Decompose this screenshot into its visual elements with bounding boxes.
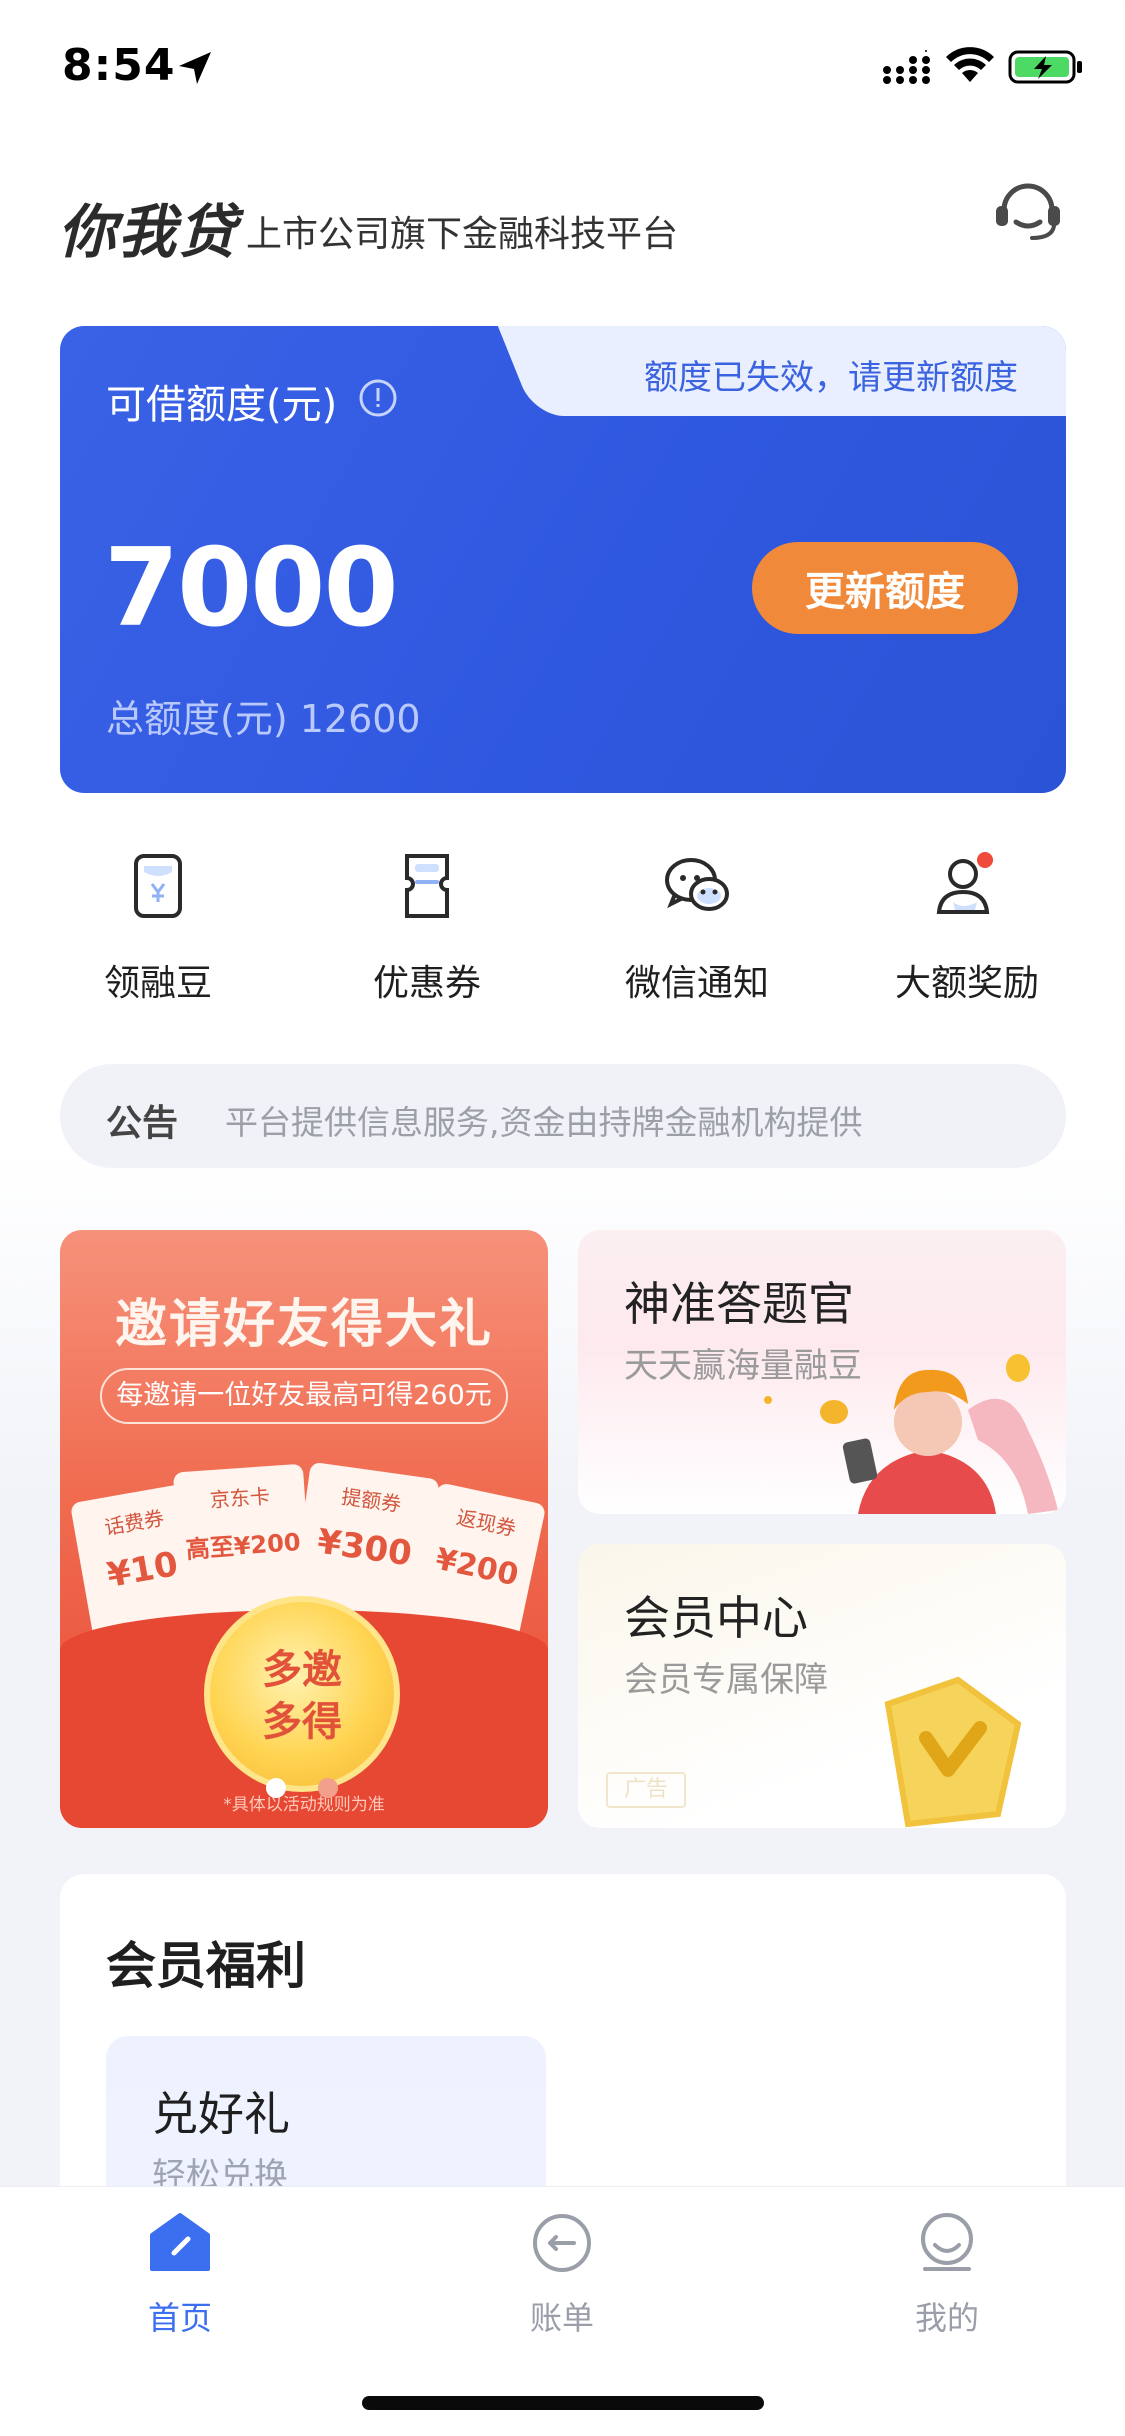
gold-coin: 多邀 多得 — [204, 1596, 400, 1792]
brand-slogan: 上市公司旗下金融科技平台 — [246, 214, 679, 255]
notice-text: 平台提供信息服务,资金由持牌金融机构提供 — [225, 1103, 863, 1142]
ticket-value: 高至¥200 — [184, 1528, 302, 1564]
quiz-character-illustration — [764, 1354, 1058, 1514]
coin-text-line2: 多得 — [262, 1699, 342, 1745]
quick-action-label: 微信通知 — [624, 963, 769, 1004]
expired-notice-tab[interactable]: 额度已失效，请更新额度 — [556, 326, 1066, 416]
battery-charging-icon — [1008, 50, 1082, 84]
credit-card[interactable]: 额度已失效，请更新额度 可借额度(元) 7000 总额度(元) 12600 更新… — [60, 326, 1066, 793]
ticket-label: 京东卡 — [209, 1484, 271, 1513]
home-indicator[interactable] — [362, 2396, 764, 2410]
quick-action-label: 大额奖励 — [894, 963, 1039, 1004]
quick-action-label: 优惠券 — [372, 963, 481, 1004]
brand-logo: 你我贷 — [58, 198, 239, 266]
quick-action-wechat[interactable]: 微信通知 — [597, 850, 797, 1010]
status-bar: 8:54 — [0, 0, 1125, 140]
carousel-dot[interactable] — [318, 1778, 338, 1798]
bean-wallet-icon — [134, 854, 182, 918]
member-subtitle: 会员专属保障 — [624, 1660, 828, 1700]
quick-action-reward[interactable]: 大额奖励 — [867, 850, 1067, 1010]
quick-action-coupon[interactable]: 优惠券 — [327, 850, 527, 1010]
customer-service-headset-icon[interactable] — [990, 172, 1066, 242]
invite-disclaimer: *具体以活动规则为准 — [223, 1795, 385, 1815]
tab-mine[interactable]: 我的 — [847, 2211, 1047, 2351]
shield-badge-icon — [884, 1676, 1022, 1828]
notice-label: 公告 — [106, 1103, 179, 1144]
tab-label: 账单 — [529, 2299, 594, 2337]
quick-action-label: 领融豆 — [103, 963, 212, 1004]
coin-text: 多邀 多得 — [210, 1644, 394, 1748]
tab-label: 首页 — [147, 2299, 212, 2337]
location-arrow-icon — [179, 52, 211, 84]
wifi-icon — [946, 47, 994, 82]
ticket-value: ¥200 — [432, 1541, 522, 1594]
tab-bills[interactable]: 账单 — [462, 2211, 662, 2351]
quick-action-bean[interactable]: 领融豆 — [58, 850, 258, 1010]
quiz-title: 神准答题官 — [624, 1277, 854, 1331]
ticket-label: 提额券 — [339, 1484, 403, 1517]
ad-tag: 广告 — [606, 1772, 686, 1808]
profile-icon — [921, 2213, 973, 2271]
home-icon — [150, 2213, 210, 2271]
available-credit-amount: 7000 — [104, 526, 399, 651]
renew-credit-button[interactable]: 更新额度 — [752, 542, 1018, 634]
invite-subtitle: 每邀请一位好友最高可得260元 — [100, 1368, 508, 1424]
quiz-banner[interactable]: 神准答题官 天天赢海量融豆 — [578, 1230, 1066, 1514]
available-credit-label: 可借额度(元) — [106, 382, 338, 428]
ticket-label: 返现券 — [454, 1505, 519, 1541]
info-icon[interactable] — [358, 378, 398, 418]
gift-title: 兑好礼 — [152, 2087, 290, 2141]
total-credit-text: 总额度(元) 12600 — [106, 697, 421, 741]
tab-home[interactable]: 首页 — [80, 2211, 280, 2351]
ticket-value: ¥300 — [314, 1521, 415, 1575]
expired-notice-text: 额度已失效，请更新额度 — [644, 358, 1018, 398]
member-center-banner[interactable]: 会员中心 会员专属保障 广告 — [578, 1544, 1066, 1828]
member-title: 会员中心 — [624, 1591, 808, 1645]
status-time: 8:54 — [62, 40, 176, 91]
invite-title: 邀请好友得大礼 — [114, 1295, 493, 1355]
user-reward-icon — [936, 852, 993, 914]
notice-bar[interactable]: 公告 平台提供信息服务,资金由持牌金融机构提供 — [60, 1064, 1066, 1168]
coupon-icon — [405, 854, 449, 918]
benefits-title: 会员福利 — [106, 1937, 306, 1995]
bill-icon — [533, 2214, 591, 2272]
carousel-dot-active[interactable] — [266, 1778, 286, 1798]
cellular-signal-icon — [883, 50, 930, 84]
tab-label: 我的 — [914, 2299, 979, 2337]
wechat-icon — [665, 858, 729, 911]
coin-text-line1: 多邀 — [262, 1647, 342, 1693]
invite-friends-banner[interactable]: 邀请好友得大礼 每邀请一位好友最高可得260元 话费券 ¥10 京东卡 高至¥2… — [60, 1230, 548, 1828]
